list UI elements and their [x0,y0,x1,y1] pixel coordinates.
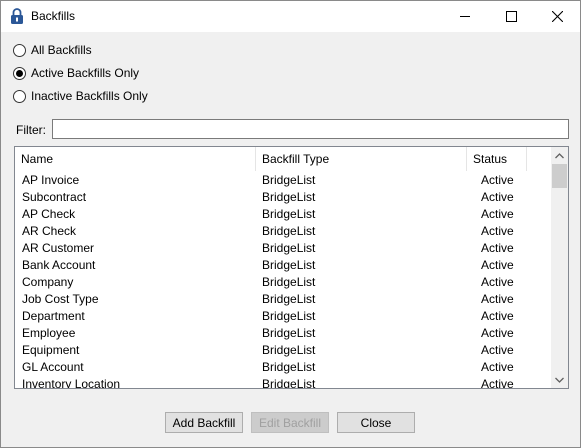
cell-name: AP Check [22,207,76,221]
table-row[interactable]: GL Account BridgeList Active [15,359,551,376]
cell-status: Active [481,224,514,238]
table-row[interactable]: AP Invoice BridgeList Active [15,172,551,189]
cell-status: Active [481,275,514,289]
cell-backfill-type: BridgeList [262,241,316,255]
cell-name: GL Account [22,360,84,374]
cell-backfill-type: BridgeList [262,224,316,238]
cell-name: Company [22,275,74,289]
backfills-window: Backfills All Backfills Active Backfills… [0,0,581,448]
table-row[interactable]: Inventory Location BridgeList Active [15,376,551,389]
table-row[interactable]: Bank Account BridgeList Active [15,257,551,274]
table-row[interactable]: Department BridgeList Active [15,308,551,325]
title-bar[interactable]: Backfills [1,1,580,32]
list-rows: AP Invoice BridgeList Active Subcontract Bri… [15,172,551,389]
scroll-down-button[interactable] [551,371,568,388]
cell-name: AP Invoice [22,173,80,187]
table-row[interactable]: AP Check BridgeList Active [15,206,551,223]
cell-status: Active [481,292,514,306]
table-row[interactable]: AR Check BridgeList Active [15,223,551,240]
cell-name: Inventory Location [22,377,121,389]
cell-name: Subcontract [22,190,87,204]
edit-backfill-button[interactable]: Edit Backfill [251,412,329,433]
column-header-backfill-type[interactable]: Backfill Type [256,147,467,171]
minimize-button[interactable] [442,1,488,32]
cell-name: Job Cost Type [22,292,99,306]
cell-backfill-type: BridgeList [262,343,316,357]
add-backfill-button[interactable]: Add Backfill [165,412,243,433]
table-row[interactable]: AR Customer BridgeList Active [15,240,551,257]
radio-all-backfills[interactable]: All Backfills [13,43,92,57]
cell-name: Department [22,309,85,323]
cell-backfill-type: BridgeList [262,258,316,272]
cell-status: Active [481,360,514,374]
backfills-list[interactable]: Name Backfill Type Status AP Invoice Brid… [14,146,569,389]
scroll-up-button[interactable] [551,147,568,164]
maximize-icon [505,11,517,22]
cell-status: Active [481,241,514,255]
cell-status: Active [481,343,514,357]
table-row[interactable]: Company BridgeList Active [15,274,551,291]
chevron-up-icon [555,152,564,158]
table-row[interactable]: Equipment BridgeList Active [15,342,551,359]
cell-backfill-type: BridgeList [262,377,316,389]
padlock-icon [11,8,23,24]
cell-name: Employee [22,326,76,340]
cell-status: Active [481,190,514,204]
filter-label: Filter: [16,123,46,137]
close-button[interactable]: Close [337,412,415,433]
table-row[interactable]: Job Cost Type BridgeList Active [15,291,551,308]
cell-name: Bank Account [22,258,96,272]
cell-status: Active [481,207,514,221]
radio-button[interactable] [13,89,26,103]
cell-backfill-type: BridgeList [262,173,316,187]
window-title: Backfills [31,9,76,23]
close-window-button[interactable] [534,1,580,32]
scroll-thumb[interactable] [552,164,567,188]
column-header-status[interactable]: Status [467,147,527,171]
cell-backfill-type: BridgeList [262,207,316,221]
cell-name: Equipment [22,343,80,357]
radio-label: Active Backfills Only [31,66,140,80]
list-header: Name Backfill Type Status [15,147,551,171]
radio-inactive-backfills-only[interactable]: Inactive Backfills Only [13,89,148,103]
cell-name: AR Check [22,224,77,238]
vertical-scrollbar[interactable] [551,147,568,388]
cell-status: Active [481,258,514,272]
radio-button[interactable] [13,66,26,80]
table-row[interactable]: Employee BridgeList Active [15,325,551,342]
cell-status: Active [481,377,514,389]
close-icon [551,11,563,22]
cell-name: AR Customer [22,241,95,255]
cell-status: Active [481,173,514,187]
cell-backfill-type: BridgeList [262,326,316,340]
cell-backfill-type: BridgeList [262,309,316,323]
chevron-down-icon [555,377,564,383]
maximize-button[interactable] [488,1,534,32]
radio-label: All Backfills [31,43,92,57]
minimize-icon [459,16,470,17]
column-header-name[interactable]: Name [15,147,256,171]
radio-active-backfills-only[interactable]: Active Backfills Only [13,66,139,80]
radio-button[interactable] [13,43,26,57]
table-row[interactable]: Subcontract BridgeList Active [15,189,551,206]
cell-backfill-type: BridgeList [262,275,316,289]
cell-status: Active [481,309,514,323]
cell-backfill-type: BridgeList [262,190,316,204]
cell-backfill-type: BridgeList [262,360,316,374]
cell-status: Active [481,326,514,340]
radio-label: Inactive Backfills Only [31,89,148,103]
cell-backfill-type: BridgeList [262,292,316,306]
filter-input[interactable] [52,119,569,139]
